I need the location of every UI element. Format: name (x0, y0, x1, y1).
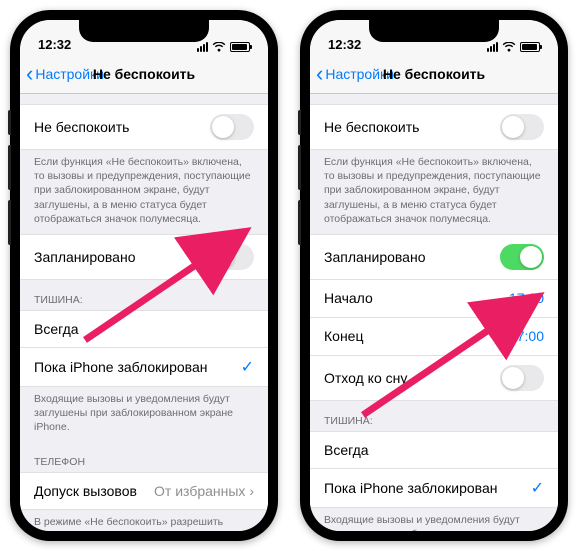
signal-icon (197, 42, 208, 52)
always-row[interactable]: Всегда (310, 431, 558, 469)
dnd-row[interactable]: Не беспокоить (20, 104, 268, 150)
scheduled-toggle[interactable] (500, 244, 544, 270)
screen: 12:32 ‹ Настройки Не беспокоить Не беспо… (20, 20, 268, 531)
chevron-left-icon: ‹ (26, 61, 33, 87)
scheduled-row[interactable]: Запланировано (310, 234, 558, 280)
dnd-toggle[interactable] (500, 114, 544, 140)
allow-footer: В режиме «Не беспокоить» разрешить входя… (20, 510, 268, 531)
chevron-right-icon: › (245, 483, 254, 499)
dnd-toggle[interactable] (210, 114, 254, 140)
status-time: 12:32 (38, 37, 71, 52)
silence-header: ТИШИНА: (310, 401, 558, 431)
nav-bar: ‹ Настройки Не беспокоить (20, 54, 268, 94)
signal-icon (487, 42, 498, 52)
scheduled-toggle[interactable] (210, 244, 254, 270)
check-icon: ✓ (241, 357, 254, 377)
content[interactable]: Не беспокоить Если функция «Не беспокоит… (310, 94, 558, 531)
sleep-row[interactable]: Отход ко сну (310, 356, 558, 401)
allow-calls-row[interactable]: Допуск вызовов От избранных › (20, 472, 268, 510)
start-value: 17:00 (509, 290, 544, 306)
sleep-toggle[interactable] (500, 365, 544, 391)
page-title: Не беспокоить (383, 66, 485, 82)
always-row[interactable]: Всегда (20, 310, 268, 348)
scheduled-row[interactable]: Запланировано (20, 234, 268, 280)
locked-row[interactable]: Пока iPhone заблокирован ✓ (310, 469, 558, 508)
battery-icon (520, 42, 540, 52)
allow-value: От избранных › (154, 483, 254, 499)
page-title: Не беспокоить (93, 66, 195, 82)
dnd-row[interactable]: Не беспокоить (310, 104, 558, 150)
end-row[interactable]: Конец 7:00 (310, 318, 558, 356)
nav-bar: ‹ Настройки Не беспокоить (310, 54, 558, 94)
start-row[interactable]: Начало 17:00 (310, 280, 558, 318)
phone-right: 12:32 ‹ Настройки Не беспокоить Не беспо… (300, 10, 568, 541)
silence-footer: Входящие вызовы и уведомления будут загл… (310, 508, 558, 531)
check-icon: ✓ (531, 478, 544, 498)
dnd-footer: Если функция «Не беспокоить» включена, т… (310, 150, 558, 234)
wifi-icon (502, 42, 516, 52)
status-time: 12:32 (328, 37, 361, 52)
chevron-left-icon: ‹ (316, 61, 323, 87)
silence-footer: Входящие вызовы и уведомления будут загл… (20, 387, 268, 443)
dnd-footer: Если функция «Не беспокоить» включена, т… (20, 150, 268, 234)
screen: 12:32 ‹ Настройки Не беспокоить Не беспо… (310, 20, 558, 531)
locked-row[interactable]: Пока iPhone заблокирован ✓ (20, 348, 268, 387)
phone-left: 12:32 ‹ Настройки Не беспокоить Не беспо… (10, 10, 278, 541)
wifi-icon (212, 42, 226, 52)
battery-icon (230, 42, 250, 52)
end-value: 7:00 (517, 328, 544, 344)
phone-header: ТЕЛЕФОН (20, 442, 268, 472)
silence-header: ТИШИНА: (20, 280, 268, 310)
content[interactable]: Не беспокоить Если функция «Не беспокоит… (20, 94, 268, 531)
